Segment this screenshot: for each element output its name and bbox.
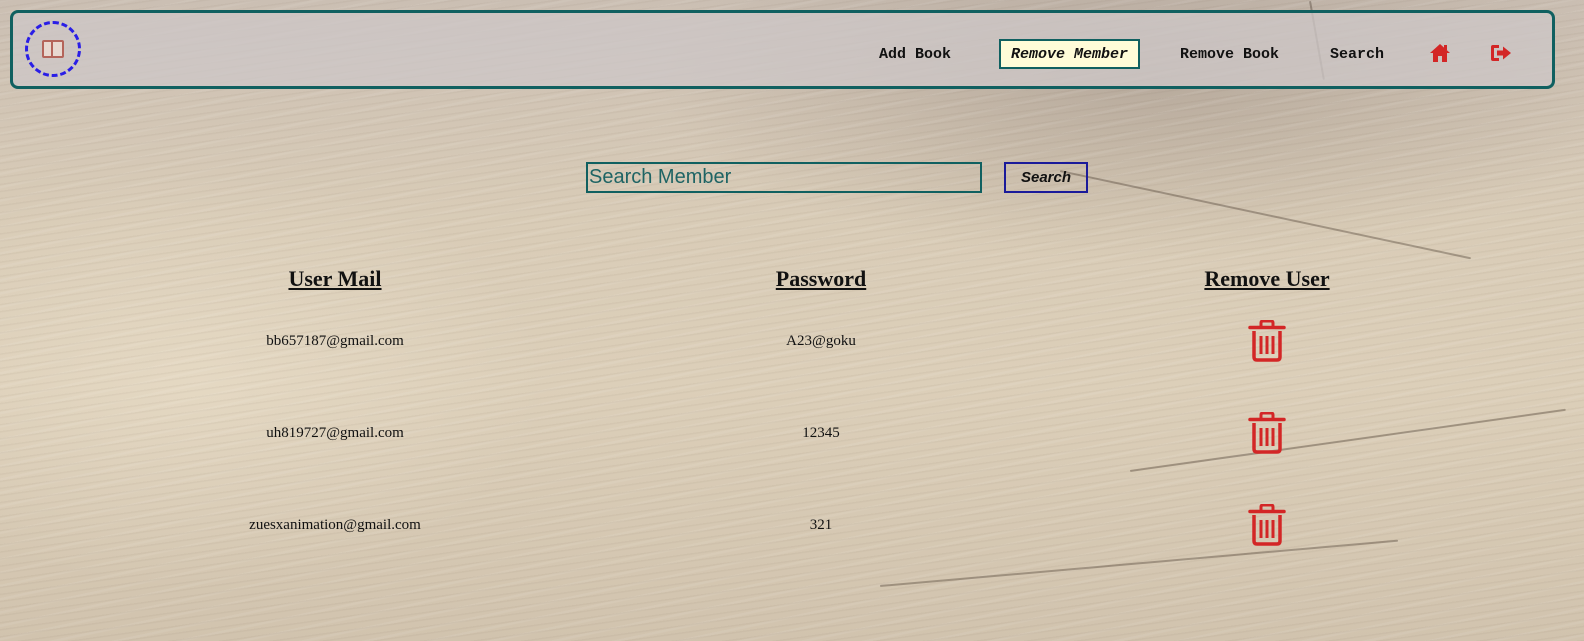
- column-header-remove-user: Remove User: [1204, 266, 1330, 291]
- user-email: uh819727@gmail.com: [266, 425, 404, 441]
- nav-add-book[interactable]: Add Book: [879, 46, 951, 64]
- search-member-input[interactable]: [586, 162, 982, 193]
- search-button[interactable]: Search: [1004, 162, 1088, 193]
- book-icon: [42, 40, 64, 58]
- column-header-password: Password: [775, 266, 867, 291]
- sign-out-icon[interactable]: [1489, 41, 1513, 65]
- logo[interactable]: [25, 21, 81, 77]
- user-email: bb657187@gmail.com: [266, 333, 404, 349]
- column-header-user-mail: User Mail: [288, 266, 382, 291]
- navbar: Add Book Remove Member Remove Book Searc…: [10, 10, 1555, 89]
- user-password: 12345: [802, 425, 840, 441]
- user-password: 321: [809, 517, 833, 533]
- wood-crack: [1129, 408, 1566, 472]
- nav-remove-book[interactable]: Remove Book: [1180, 46, 1279, 64]
- user-password: A23@goku: [786, 333, 856, 349]
- wood-crack: [1059, 170, 1472, 260]
- user-email: zuesxanimation@gmail.com: [249, 517, 421, 533]
- trash-icon[interactable]: [1248, 412, 1286, 454]
- nav-remove-member[interactable]: Remove Member: [999, 39, 1140, 69]
- trash-icon[interactable]: [1248, 320, 1286, 362]
- trash-icon[interactable]: [1248, 504, 1286, 546]
- nav-search[interactable]: Search: [1330, 46, 1384, 64]
- home-icon[interactable]: [1428, 41, 1452, 65]
- wood-crack: [879, 539, 1399, 587]
